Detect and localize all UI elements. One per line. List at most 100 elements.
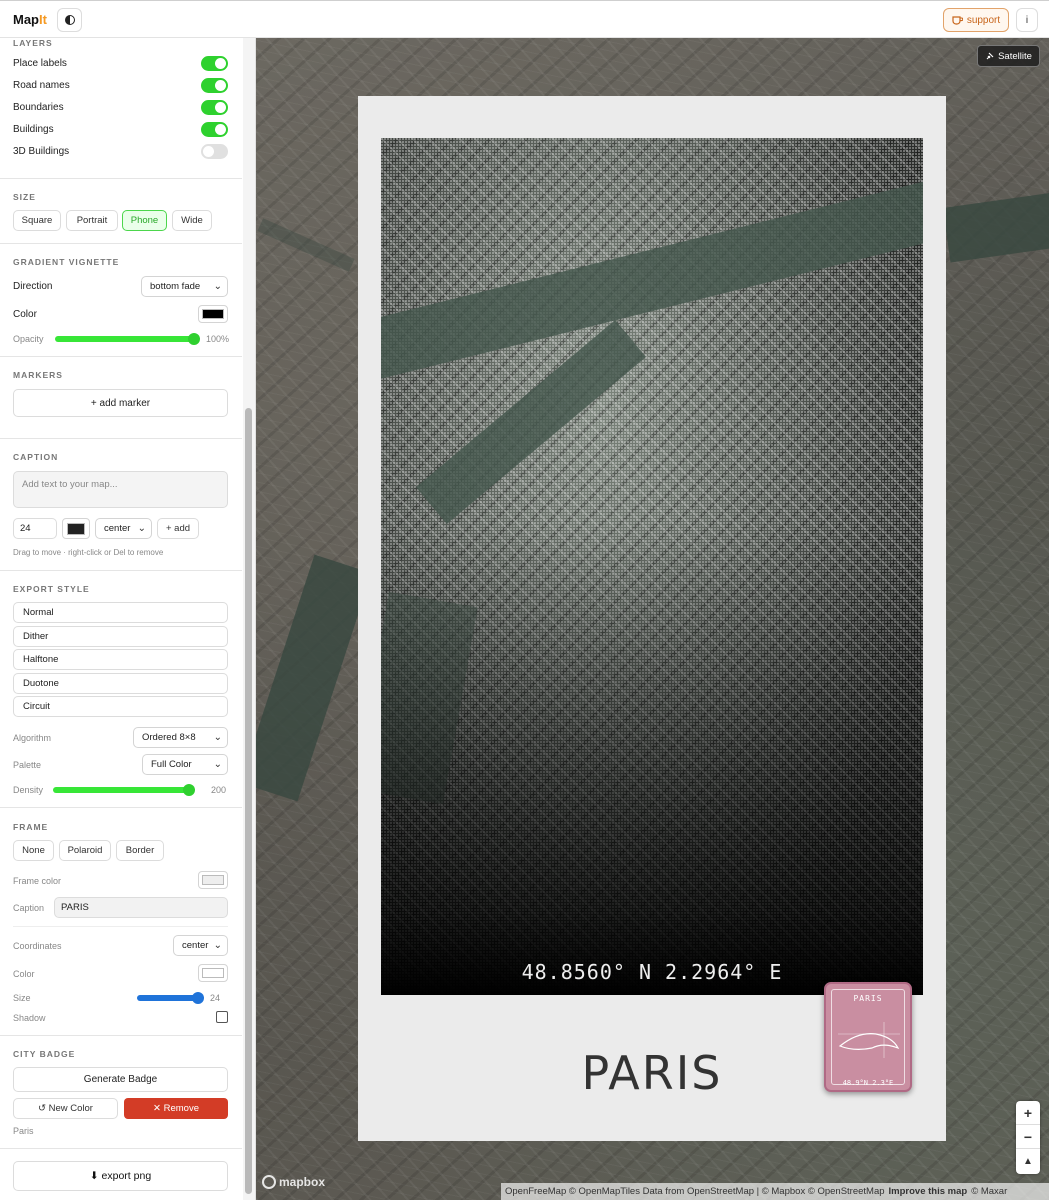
chevron-down-icon: ⌄ xyxy=(213,940,222,951)
coords-color-swatch[interactable] xyxy=(198,964,228,982)
direction-value: bottom fade xyxy=(150,281,201,292)
attribution-text[interactable]: OpenFreeMap © OpenMapTiles Data from Ope… xyxy=(505,1186,885,1197)
size-wide-button[interactable]: Wide xyxy=(172,210,212,231)
shadow-label: Shadow xyxy=(13,1013,46,1023)
toggle-place-labels[interactable] xyxy=(201,56,228,71)
zoom-controls: + − ▲ xyxy=(1016,1101,1040,1174)
color-fill xyxy=(67,522,85,535)
frame-border-button[interactable]: Border xyxy=(116,840,164,861)
size-square-button[interactable]: Square xyxy=(13,210,61,231)
coords-size-slider[interactable] xyxy=(137,992,204,1004)
poster-map-image: 48.8560° N 2.2964° E xyxy=(381,138,923,995)
opacity-value: 100% xyxy=(206,334,230,344)
density-slider[interactable] xyxy=(53,784,195,796)
density-label: Density xyxy=(13,785,44,795)
size-phone-button[interactable]: Phone xyxy=(122,210,167,231)
toggle-buildings[interactable] xyxy=(201,122,228,137)
opacity-slider[interactable] xyxy=(55,333,200,345)
vignette-color-label: Color xyxy=(13,309,37,320)
frame-polaroid-button[interactable]: Polaroid xyxy=(59,840,111,861)
caption-add-button[interactable]: + add xyxy=(157,518,199,539)
caption-textarea[interactable]: Add text to your map... xyxy=(13,471,228,508)
satellite-label: Satellite xyxy=(998,50,1032,62)
slider-knob[interactable] xyxy=(188,333,200,345)
style-halftone-option[interactable]: Halftone xyxy=(13,649,228,670)
city-badge-title: CITY BADGE xyxy=(13,1049,76,1059)
caption-color-swatch[interactable] xyxy=(62,518,90,539)
algorithm-label: Algorithm xyxy=(13,733,52,743)
city-badge[interactable]: PARIS 48.9°N 2.3°E xyxy=(824,982,912,1092)
new-color-button[interactable]: ↺ New Color xyxy=(13,1098,118,1119)
shadow-checkbox[interactable] xyxy=(216,1011,228,1023)
color-fill xyxy=(202,875,224,885)
support-button[interactable]: support xyxy=(943,8,1009,32)
toggle-road-names[interactable] xyxy=(201,78,228,93)
divider xyxy=(0,1035,242,1036)
export-png-button[interactable]: ⬇ export png xyxy=(13,1161,228,1191)
algorithm-select[interactable]: Ordered 8×8 ⌄ xyxy=(133,727,228,748)
chevron-down-icon: ⌄ xyxy=(137,523,146,534)
river-area xyxy=(256,554,372,802)
frame-none-button[interactable]: None xyxy=(13,840,54,861)
color-fill xyxy=(202,309,224,319)
map-attribution: OpenFreeMap © OpenMapTiles Data from Ope… xyxy=(501,1183,1049,1200)
logo-text: Map xyxy=(13,12,39,27)
scrollbar-thumb[interactable] xyxy=(245,408,252,1194)
color-fill xyxy=(202,968,224,978)
badge-title: PARIS xyxy=(853,994,883,1003)
toggle-3d-buildings[interactable] xyxy=(201,144,228,159)
remove-badge-button[interactable]: ✕ Remove xyxy=(124,1098,228,1119)
badge-river-outline-icon xyxy=(838,1022,900,1058)
coordinates-select[interactable]: center ⌄ xyxy=(173,935,228,956)
vignette-color-swatch[interactable] xyxy=(198,305,228,323)
divider xyxy=(0,178,242,179)
divider xyxy=(0,570,242,571)
coords-size-value: 24 xyxy=(210,993,221,1003)
satellite-icon xyxy=(986,52,994,60)
zoom-out-button[interactable]: − xyxy=(1016,1125,1040,1149)
generate-badge-button[interactable]: Generate Badge xyxy=(13,1067,228,1092)
size-portrait-button[interactable]: Portrait xyxy=(66,210,118,231)
style-duotone-option[interactable]: Duotone xyxy=(13,673,228,694)
map-view[interactable]: Satellite 48.8560° N 2.2964° E PARIS PAR… xyxy=(256,38,1049,1200)
logo-accent: It xyxy=(39,12,47,27)
divider xyxy=(0,356,242,357)
style-dither-option[interactable]: Dither xyxy=(13,626,228,647)
support-label: support xyxy=(966,14,1001,26)
poster-coordinates[interactable]: 48.8560° N 2.2964° E xyxy=(381,960,923,984)
compass-button[interactable]: ▲ xyxy=(1016,1149,1040,1173)
layer-label-boundaries: Boundaries xyxy=(13,102,64,113)
size-title: SIZE xyxy=(13,192,36,202)
caption-font-size-input[interactable]: 24 xyxy=(13,518,57,539)
slider-knob[interactable] xyxy=(183,784,195,796)
toggle-boundaries[interactable] xyxy=(201,100,228,115)
app-logo[interactable]: MapIt xyxy=(13,12,47,27)
divider xyxy=(0,1148,242,1149)
frame-caption-input[interactable]: PARIS xyxy=(54,897,228,918)
direction-label: Direction xyxy=(13,281,53,292)
divider xyxy=(0,243,242,244)
direction-select[interactable]: bottom fade ⌄ xyxy=(141,276,228,297)
frame-color-swatch[interactable] xyxy=(198,871,228,889)
zoom-in-button[interactable]: + xyxy=(1016,1101,1040,1125)
info-button[interactable]: i xyxy=(1016,8,1038,32)
style-normal-option[interactable]: Normal xyxy=(13,602,228,623)
cup-icon xyxy=(952,16,963,25)
add-marker-button[interactable]: + add marker xyxy=(13,389,228,417)
divider xyxy=(0,807,242,808)
style-circuit-option[interactable]: Circuit xyxy=(13,696,228,717)
coords-size-label: Size xyxy=(13,993,31,1003)
satellite-toggle-button[interactable]: Satellite xyxy=(977,45,1040,67)
slider-knob[interactable] xyxy=(192,992,204,1004)
frame-caption-label: Caption xyxy=(13,903,45,913)
theme-toggle-button[interactable] xyxy=(57,8,82,32)
river-area xyxy=(942,188,1049,263)
layer-label-buildings: Buildings xyxy=(13,124,54,135)
chevron-down-icon: ⌄ xyxy=(213,732,222,743)
palette-select[interactable]: Full Color ⌄ xyxy=(142,754,228,775)
coordinates-value: center xyxy=(182,940,209,951)
caption-align-select[interactable]: center ⌄ xyxy=(95,518,152,539)
attribution-maxar[interactable]: © Maxar xyxy=(971,1186,1007,1197)
improve-map-link[interactable]: Improve this map xyxy=(889,1186,968,1197)
mapbox-logo[interactable]: mapbox xyxy=(262,1175,325,1189)
